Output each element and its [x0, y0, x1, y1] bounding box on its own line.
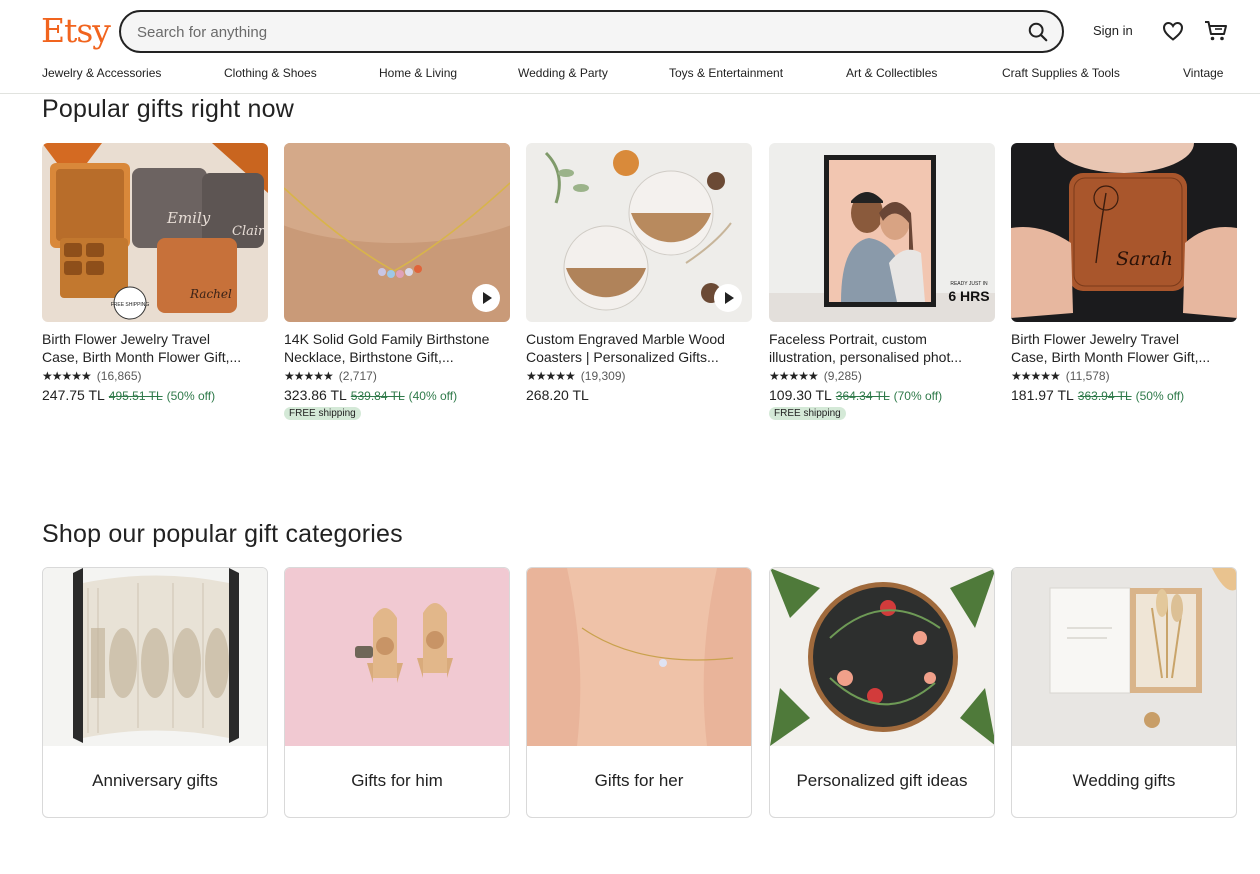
- product-rating: ★★★★★ (16,865): [42, 368, 268, 384]
- category-label: Anniversary gifts: [92, 771, 218, 790]
- star-rating-icon: ★★★★★: [526, 369, 576, 383]
- discount-percent: (40% off): [408, 389, 458, 403]
- nav-toys-entertainment[interactable]: Toys & Entertainment: [669, 66, 783, 80]
- category-nav: Jewelry & Accessories Clothing & Shoes H…: [0, 66, 1260, 84]
- site-header: Etsy Sign in Jewelry & Accessories Cloth…: [0, 0, 1260, 94]
- case-name-rachel: Rachel: [189, 287, 232, 301]
- category-card-anniversary[interactable]: Anniversary gifts: [42, 567, 268, 818]
- play-video-icon[interactable]: [472, 284, 500, 312]
- search-icon: [1028, 22, 1048, 42]
- cart-button[interactable]: [1203, 18, 1229, 44]
- sale-price: 268.20 TL: [526, 387, 589, 403]
- nav-home-living[interactable]: Home & Living: [379, 66, 457, 80]
- nav-jewelry-accessories[interactable]: Jewelry & Accessories: [42, 66, 161, 80]
- product-title[interactable]: Faceless Portrait, custom illustration, p…: [769, 330, 995, 366]
- sale-price: 181.97 TL: [1011, 387, 1074, 403]
- play-video-icon[interactable]: [714, 284, 742, 312]
- sale-price: 323.86 TL: [284, 387, 347, 403]
- ready-in-text: READY JUST IN: [950, 281, 988, 287]
- search-button[interactable]: [1024, 18, 1052, 46]
- product-rating: ★★★★★ (9,285): [769, 368, 995, 384]
- product-card[interactable]: Custom Engraved Marble Wood Coasters | Pe…: [526, 143, 752, 403]
- original-price: 364.34 TL: [835, 389, 890, 403]
- category-label: Gifts for her: [594, 771, 684, 790]
- review-count: (16,865): [96, 369, 142, 383]
- discount-percent: (50% off): [1135, 389, 1185, 403]
- etsy-logo[interactable]: Etsy: [41, 11, 111, 50]
- product-price: 268.20 TL: [526, 387, 752, 403]
- star-rating-icon: ★★★★★: [284, 369, 334, 383]
- category-image-gifts-for-her: [527, 568, 751, 746]
- shopping-cart-icon: [1205, 21, 1227, 41]
- gift-categories-heading: Shop our popular gift categories: [42, 520, 403, 548]
- category-label: Gifts for him: [351, 771, 443, 790]
- review-count: (9,285): [823, 369, 862, 383]
- nav-wedding-party[interactable]: Wedding & Party: [518, 66, 608, 80]
- category-image-anniversary: [43, 568, 267, 746]
- product-image-portrait[interactable]: READY JUST IN 6 HRS: [769, 143, 995, 322]
- popular-gifts-heading: Popular gifts right now: [42, 95, 294, 123]
- sale-price: 109.30 TL: [769, 387, 832, 403]
- discount-percent: (70% off): [893, 389, 943, 403]
- product-card[interactable]: Sarah Birth Flower Jewelry Travel Case, B…: [1011, 143, 1237, 403]
- original-price: 363.94 TL: [1077, 389, 1132, 403]
- search-input[interactable]: [137, 22, 997, 42]
- case-name-claire: Claire: [232, 224, 268, 239]
- category-image-wedding: [1012, 568, 1236, 746]
- product-price: 247.75 TL 495.51 TL (50% off): [42, 387, 268, 403]
- product-price: 109.30 TL 364.34 TL (70% off): [769, 387, 995, 403]
- favorites-button[interactable]: [1161, 19, 1185, 43]
- star-rating-icon: ★★★★★: [42, 369, 92, 383]
- product-price: 323.86 TL 539.84 TL (40% off): [284, 387, 510, 403]
- product-card[interactable]: 14K Solid Gold Family Birthstone Necklace…: [284, 143, 510, 421]
- nav-vintage[interactable]: Vintage: [1183, 66, 1223, 80]
- sale-price: 247.75 TL: [42, 387, 105, 403]
- original-price: 495.51 TL: [108, 389, 163, 403]
- product-rating: ★★★★★ (19,309): [526, 368, 752, 384]
- review-count: (11,578): [1065, 369, 1110, 383]
- case-name-sarah: Sarah: [1116, 248, 1173, 270]
- product-title[interactable]: 14K Solid Gold Family Birthstone Necklace…: [284, 330, 510, 366]
- category-label: Wedding gifts: [1072, 771, 1176, 790]
- product-image-coasters[interactable]: [526, 143, 752, 322]
- nav-craft-supplies-tools[interactable]: Craft Supplies & Tools: [1002, 66, 1120, 80]
- discount-percent: (50% off): [166, 389, 216, 403]
- original-price: 539.84 TL: [350, 389, 405, 403]
- category-label: Personalized gift ideas: [796, 771, 968, 790]
- case-name-emily: Emily: [166, 209, 211, 227]
- nav-art-collectibles[interactable]: Art & Collectibles: [846, 66, 937, 80]
- star-rating-icon: ★★★★★: [1011, 369, 1061, 383]
- category-card-gifts-for-him[interactable]: Gifts for him: [284, 567, 510, 818]
- category-card-gifts-for-her[interactable]: Gifts for her: [526, 567, 752, 818]
- sign-in-link[interactable]: Sign in: [1093, 23, 1133, 38]
- product-title[interactable]: Custom Engraved Marble Wood Coasters | Pe…: [526, 330, 752, 366]
- product-title[interactable]: Birth Flower Jewelry Travel Case, Birth M…: [1011, 330, 1237, 366]
- review-count: (19,309): [580, 369, 626, 383]
- product-card[interactable]: READY JUST IN 6 HRS Faceless Portrait, c…: [769, 143, 995, 421]
- category-card-wedding[interactable]: Wedding gifts: [1011, 567, 1237, 818]
- product-rating: ★★★★★ (2,717): [284, 368, 510, 384]
- category-card-personalized[interactable]: Personalized gift ideas: [769, 567, 995, 818]
- product-image-leather-case[interactable]: Sarah: [1011, 143, 1237, 322]
- free-shipping-badge: FREE shipping: [769, 407, 846, 420]
- category-image-personalized: [770, 568, 994, 746]
- product-card[interactable]: Emily Claire Rachel FREE SHIPPING Birth …: [42, 143, 268, 403]
- star-rating-icon: ★★★★★: [769, 369, 819, 383]
- product-image-necklace[interactable]: [284, 143, 510, 322]
- search-bar[interactable]: [119, 10, 1064, 53]
- product-rating: ★★★★★ (11,578): [1011, 368, 1237, 384]
- free-shipping-badge: FREE shipping: [284, 407, 361, 420]
- product-title[interactable]: Birth Flower Jewelry Travel Case, Birth M…: [42, 330, 268, 366]
- product-image-jewelry-case[interactable]: Emily Claire Rachel FREE SHIPPING: [42, 143, 268, 322]
- free-shipping-badge: FREE SHIPPING: [111, 302, 150, 308]
- nav-clothing-shoes[interactable]: Clothing & Shoes: [224, 66, 317, 80]
- category-image-gifts-for-him: [285, 568, 509, 746]
- six-hours-text: 6 HRS: [948, 288, 989, 304]
- review-count: (2,717): [338, 369, 377, 383]
- product-price: 181.97 TL 363.94 TL (50% off): [1011, 387, 1237, 403]
- heart-icon: [1162, 21, 1184, 41]
